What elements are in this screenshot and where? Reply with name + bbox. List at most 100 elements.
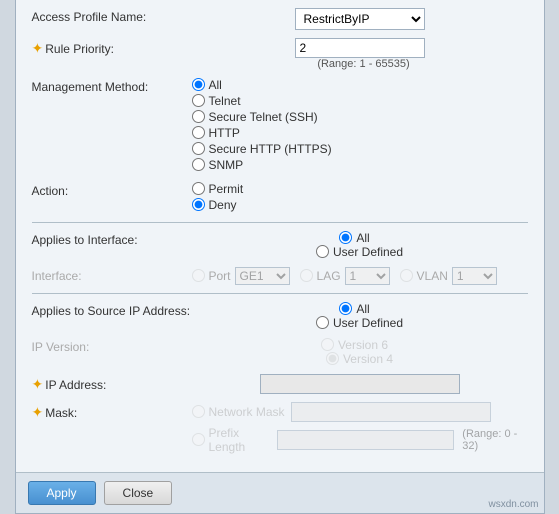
- applies-interface-label: Applies to Interface:: [32, 231, 192, 247]
- iface-all-label: All: [356, 231, 369, 245]
- interface-type-controls: Port GE1 LAG 1 VLAN 1: [192, 267, 528, 285]
- mgmt-all-label: All: [209, 78, 222, 92]
- action-permit-label: Permit: [209, 182, 244, 196]
- mgmt-http-row: HTTP: [192, 126, 528, 140]
- mgmt-http-radio[interactable]: [192, 126, 205, 139]
- mask-label: ✦Mask:: [32, 402, 192, 421]
- applies-interface-controls: All User Defined: [192, 231, 528, 259]
- ipv4-radio[interactable]: [326, 352, 339, 365]
- mgmt-ssh-radio[interactable]: [192, 110, 205, 123]
- rule-priority-input[interactable]: [295, 38, 425, 58]
- rule-priority-label: ✦Rule Priority:: [32, 38, 192, 57]
- ip-address-row: ✦IP Address:: [32, 374, 528, 394]
- required-star: ✦: [32, 40, 44, 56]
- iface-vlan-select[interactable]: 1: [452, 267, 497, 285]
- iface-all-row: All: [339, 231, 369, 245]
- iface-lag-radio[interactable]: [300, 269, 313, 282]
- form-body: Access Profile Name: RestrictByIP ✦Rule …: [16, 0, 544, 472]
- applies-source-ip-label: Applies to Source IP Address:: [32, 302, 192, 318]
- mgmt-telnet-label: Telnet: [209, 94, 241, 108]
- action-controls: Permit Deny: [192, 182, 528, 214]
- ipv6-radio[interactable]: [321, 338, 334, 351]
- mgmt-ssh-row: Secure Telnet (SSH): [192, 110, 528, 124]
- iface-user-row: User Defined: [316, 245, 403, 259]
- footer: Apply Close: [16, 472, 544, 513]
- iface-all-radio[interactable]: [339, 231, 352, 244]
- prefix-length-label: Prefix Length: [209, 426, 271, 454]
- prefix-length-input[interactable]: [277, 430, 454, 450]
- interface-label: Interface:: [32, 267, 192, 283]
- iface-vlan-radio[interactable]: [400, 269, 413, 282]
- src-ip-all-radio[interactable]: [339, 302, 352, 315]
- mask-required-star: ✦: [32, 404, 44, 420]
- mgmt-ssh-label: Secure Telnet (SSH): [209, 110, 318, 124]
- action-row: Action: Permit Deny: [32, 182, 528, 214]
- iface-lag-select[interactable]: 1: [345, 267, 390, 285]
- separator-1: [32, 222, 528, 223]
- action-deny-row: Deny: [192, 198, 528, 212]
- management-method-controls: All Telnet Secure Telnet (SSH) HTTP: [192, 78, 528, 174]
- mgmt-telnet-row: Telnet: [192, 94, 528, 108]
- network-mask-label: Network Mask: [209, 405, 285, 419]
- src-ip-user-label: User Defined: [333, 316, 403, 330]
- iface-port-select[interactable]: GE1: [235, 267, 290, 285]
- action-label: Action:: [32, 182, 192, 198]
- ipv6-row: Version 6: [321, 338, 388, 352]
- iface-vlan-label: VLAN: [417, 269, 448, 283]
- ip-address-input[interactable]: [260, 374, 460, 394]
- src-ip-user-row: User Defined: [316, 316, 403, 330]
- mgmt-https-label: Secure HTTP (HTTPS): [209, 142, 332, 156]
- iface-user-radio[interactable]: [316, 245, 329, 258]
- network-mask-input[interactable]: [291, 402, 491, 422]
- mgmt-https-row: Secure HTTP (HTTPS): [192, 142, 528, 156]
- close-button[interactable]: Close: [104, 481, 173, 505]
- action-deny-label: Deny: [209, 198, 237, 212]
- prefix-length-radio[interactable]: [192, 433, 205, 446]
- action-deny-radio[interactable]: [192, 198, 205, 211]
- management-method-row: Management Method: All Telnet Secure Tel…: [32, 78, 528, 174]
- mgmt-snmp-row: SNMP: [192, 158, 528, 172]
- interface-controls: Port GE1 LAG 1 VLAN 1: [192, 267, 528, 285]
- mgmt-all-row: All: [192, 78, 528, 92]
- ip-version-row: IP Version: Version 6 Version 4: [32, 338, 528, 366]
- mask-controls: Network Mask Prefix Length (Range: 0 - 3…: [192, 402, 528, 456]
- ip-version-controls: Version 6 Version 4: [192, 338, 528, 366]
- applies-source-ip-row: Applies to Source IP Address: All User D…: [32, 302, 528, 330]
- ip-required-star: ✦: [32, 376, 44, 392]
- src-ip-all-row: All: [339, 302, 369, 316]
- ipv6-label: Version 6: [338, 338, 388, 352]
- mask-row: ✦Mask: Network Mask Prefix Length (Range…: [32, 402, 528, 456]
- action-permit-radio[interactable]: [192, 182, 205, 195]
- prefix-length-range: (Range: 0 - 32): [462, 428, 527, 452]
- apply-button[interactable]: Apply: [28, 481, 96, 505]
- access-profile-name-row: Access Profile Name: RestrictByIP: [32, 8, 528, 30]
- separator-2: [32, 293, 528, 294]
- mgmt-telnet-radio[interactable]: [192, 94, 205, 107]
- ipv4-label: Version 4: [343, 352, 393, 366]
- applies-source-ip-controls: All User Defined: [192, 302, 528, 330]
- mgmt-http-label: HTTP: [209, 126, 240, 140]
- access-profile-name-label: Access Profile Name:: [32, 8, 192, 24]
- network-mask-radio[interactable]: [192, 405, 205, 418]
- iface-lag-label: LAG: [317, 269, 341, 283]
- ip-address-controls: [192, 374, 528, 394]
- access-profile-name-controls: RestrictByIP: [192, 8, 528, 30]
- applies-interface-row: Applies to Interface: All User Defined: [32, 231, 528, 259]
- mgmt-all-radio[interactable]: [192, 78, 205, 91]
- ip-version-label: IP Version:: [32, 338, 192, 354]
- rule-priority-controls: (Range: 1 - 65535): [192, 38, 528, 70]
- ip-address-label: ✦IP Address:: [32, 374, 192, 393]
- mgmt-https-radio[interactable]: [192, 142, 205, 155]
- network-mask-row: Network Mask: [192, 402, 528, 422]
- dialog: Access Profile Name: RestrictByIP ✦Rule …: [15, 0, 545, 514]
- iface-port-label: Port: [209, 269, 231, 283]
- ipv4-row: Version 4: [326, 352, 393, 366]
- iface-port-radio[interactable]: [192, 269, 205, 282]
- mgmt-snmp-radio[interactable]: [192, 158, 205, 171]
- src-ip-user-radio[interactable]: [316, 316, 329, 329]
- prefix-length-row: Prefix Length (Range: 0 - 32): [192, 426, 528, 454]
- management-method-label: Management Method:: [32, 78, 192, 94]
- rule-priority-range: (Range: 1 - 65535): [317, 58, 409, 70]
- interface-row: Interface: Port GE1 LAG 1: [32, 267, 528, 285]
- access-profile-select[interactable]: RestrictByIP: [295, 8, 425, 30]
